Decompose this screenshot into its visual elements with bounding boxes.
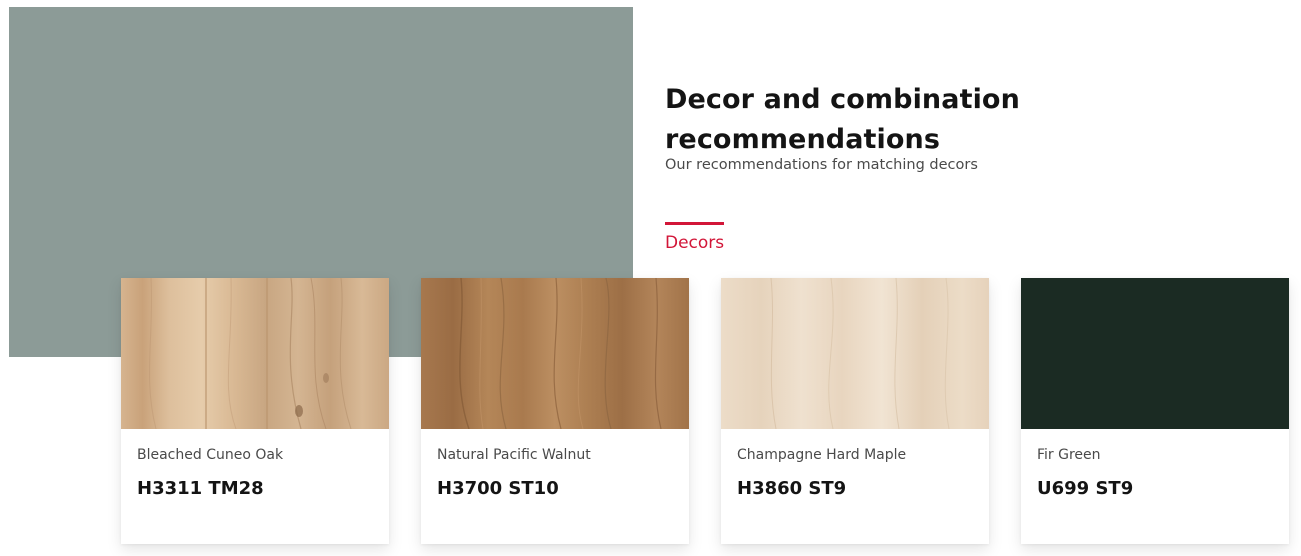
page-title: Decor and combination recommendations <box>665 84 1020 155</box>
decor-swatch-image <box>1021 278 1289 429</box>
tab-decors-label: Decors <box>665 233 725 253</box>
decor-card-bleached-cuneo-oak[interactable]: Bleached Cuneo Oak H3311 TM28 <box>121 278 389 544</box>
decor-name: Natural Pacific Walnut <box>437 447 591 463</box>
decor-card-champagne-hard-maple[interactable]: Champagne Hard Maple H3860 ST9 <box>721 278 989 544</box>
decor-card-fir-green[interactable]: Fir Green U699 ST9 <box>1021 278 1289 544</box>
tab-active-indicator <box>665 222 724 225</box>
decor-swatch-image <box>421 278 689 429</box>
decor-card-natural-pacific-walnut[interactable]: Natural Pacific Walnut H3700 ST10 <box>421 278 689 544</box>
decor-swatch-image <box>721 278 989 429</box>
decor-code: H3860 ST9 <box>737 478 847 499</box>
intro-section: Decor and combination recommendations Ou… <box>665 80 1285 173</box>
decor-name: Champagne Hard Maple <box>737 447 907 463</box>
decor-name: Fir Green <box>1037 447 1101 463</box>
page-subtitle: Our recommendations for matching decors <box>665 157 978 173</box>
tab-decors[interactable]: Decors <box>665 222 724 256</box>
decor-name: Bleached Cuneo Oak <box>137 447 284 463</box>
decor-code: U699 ST9 <box>1037 478 1134 499</box>
decor-code: H3311 TM28 <box>137 478 264 499</box>
decor-swatch-image <box>121 278 389 429</box>
decor-code: H3700 ST10 <box>437 478 559 499</box>
